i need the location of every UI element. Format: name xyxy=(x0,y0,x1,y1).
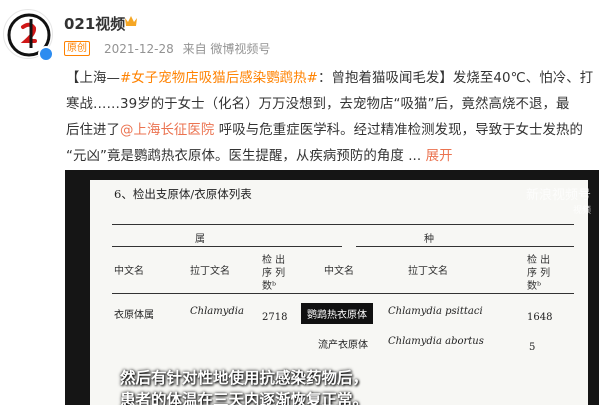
row1-species-count: 1648 xyxy=(527,312,553,323)
post-text: 【上海—#女子宠物店吸猫后感染鹦鹉热#：曾抱着猫吸闻毛发】发烧至40℃、怕冷、打… xyxy=(66,66,606,170)
table-rule-genus xyxy=(112,246,342,247)
mention-link[interactable]: @上海长征医院 xyxy=(120,123,214,138)
table-rule-top xyxy=(112,224,574,225)
table-rule-species xyxy=(356,246,574,247)
col-species: 种 xyxy=(424,234,434,245)
row2-species-cn: 流产衣原体 xyxy=(318,340,368,351)
col-latin-name: 拉丁文名 xyxy=(190,266,230,277)
row1-genus-count: 2718 xyxy=(262,312,288,323)
video-player[interactable]: 6、检出支原体/衣原体列表 属 种 中文名 拉丁文名 检 出 序 列 数ᵇ 中文… xyxy=(65,170,599,405)
row2-species-count: 5 xyxy=(529,342,536,353)
expand-link[interactable]: 展开 xyxy=(426,149,453,164)
verified-icon xyxy=(38,46,54,62)
row1-species-latin: Chlamydia psittaci xyxy=(388,306,483,317)
post-line-1: 【上海—#女子宠物店吸猫后感染鹦鹉热#：曾抱着猫吸闻毛发】发烧至40℃、怕冷、打 xyxy=(66,71,594,86)
hashtag-link[interactable]: #女子宠物店吸猫后感染鹦鹉热# xyxy=(120,71,318,86)
col-genus: 属 xyxy=(195,234,205,245)
col-cn-name-2: 中文名 xyxy=(324,266,354,277)
col-cn-name: 中文名 xyxy=(114,266,144,277)
col-count: 检 出 序 列 数ᵇ xyxy=(262,255,286,292)
table-rule-mid xyxy=(112,293,574,294)
col-count-2: 检 出 序 列 数ᵇ xyxy=(527,255,551,292)
subtitle-line-2: 患者的体温在三天内逐渐恢复正常。 xyxy=(120,391,369,405)
post-line-3: 后住进了@上海长征医院 呼吸与危重症医学科。经过精准检测发现，导致于女士发热的 xyxy=(66,123,584,138)
post-line-4: “元凶”竟是鹦鹉热衣原体。医生提醒，从疾病预防的角度 ... 展开 xyxy=(66,149,453,164)
subtitle-line-1: 然后有针对性地使用抗感染药物后， xyxy=(120,369,369,387)
row1-genus-cn: 衣原体属 xyxy=(114,310,154,321)
post-line-2: 寒战……39岁的于女士（化名）万万没想到，去宠物店“吸猫”后，竟然高烧不退，最 xyxy=(66,97,570,112)
post-date[interactable]: 2021-12-28 xyxy=(104,42,174,56)
row2-species-latin: Chlamydia abortus xyxy=(388,336,484,347)
original-badge: 原创 xyxy=(64,41,90,56)
post-source: 来自 微博视频号 xyxy=(182,42,271,56)
col-latin-name-2: 拉丁文名 xyxy=(408,266,448,277)
watermark: 新浪视频号 视频 xyxy=(525,188,591,216)
row1-species-cn-highlight: 鹦鹉热衣原体 xyxy=(301,303,373,324)
post-meta: 2021-12-28 来自 微博视频号 xyxy=(104,40,275,57)
crown-icon xyxy=(125,16,137,26)
row1-genus-latin: Chlamydia xyxy=(190,306,244,317)
section-title: 6、检出支原体/衣原体列表 xyxy=(114,187,252,201)
user-name[interactable]: 021视频 xyxy=(64,13,125,34)
